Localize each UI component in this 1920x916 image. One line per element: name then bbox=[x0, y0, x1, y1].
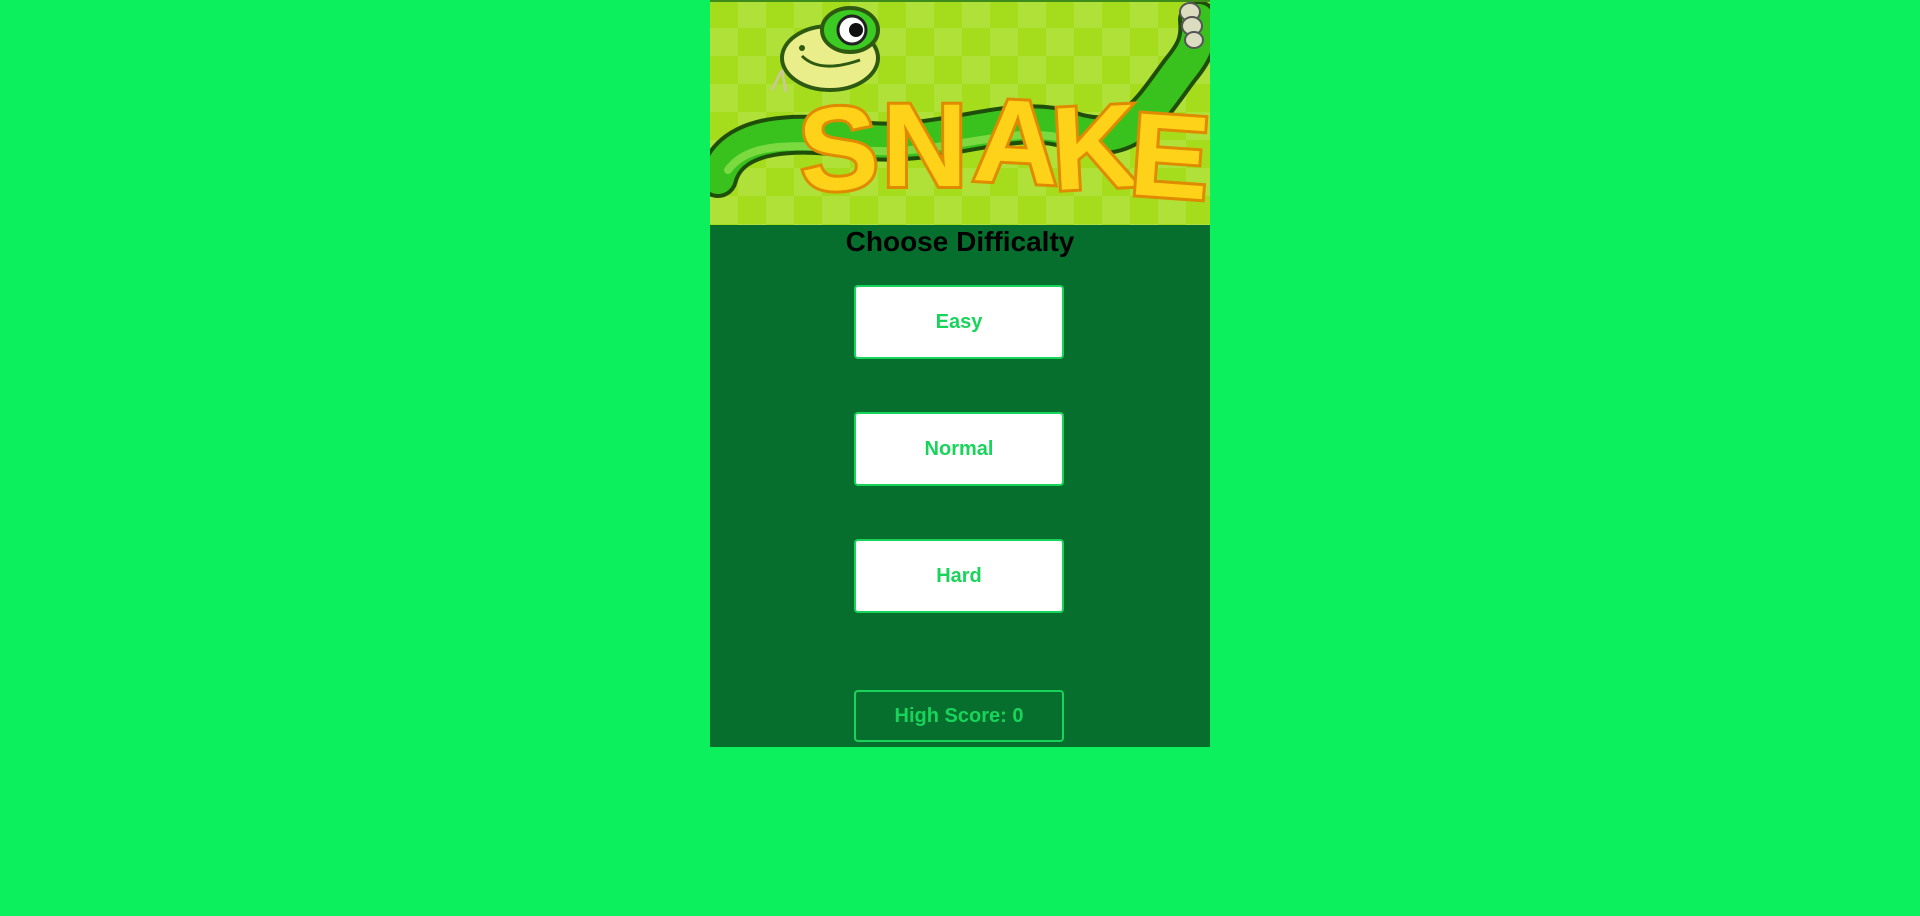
game-panel: S N A K E Choose Difficalty Easy Normal … bbox=[710, 0, 1210, 747]
snake-logo-letters: S N A K E bbox=[792, 71, 1210, 225]
easy-button[interactable]: Easy bbox=[854, 285, 1064, 359]
svg-text:S: S bbox=[795, 81, 883, 218]
hard-button[interactable]: Hard bbox=[854, 539, 1064, 613]
svg-text:E: E bbox=[1126, 88, 1210, 225]
normal-button[interactable]: Normal bbox=[854, 412, 1064, 486]
banner-top-border bbox=[710, 0, 1210, 2]
snake-logo-icon: S N A K E bbox=[710, 0, 1210, 225]
svg-text:N: N bbox=[882, 80, 967, 212]
snake-head-icon bbox=[770, 6, 880, 93]
difficulty-title: Choose Difficalty bbox=[845, 226, 1075, 257]
high-score-display: High Score: 0 bbox=[854, 690, 1064, 742]
snake-logo-banner: S N A K E bbox=[710, 0, 1210, 225]
svg-text:K: K bbox=[1048, 80, 1140, 216]
